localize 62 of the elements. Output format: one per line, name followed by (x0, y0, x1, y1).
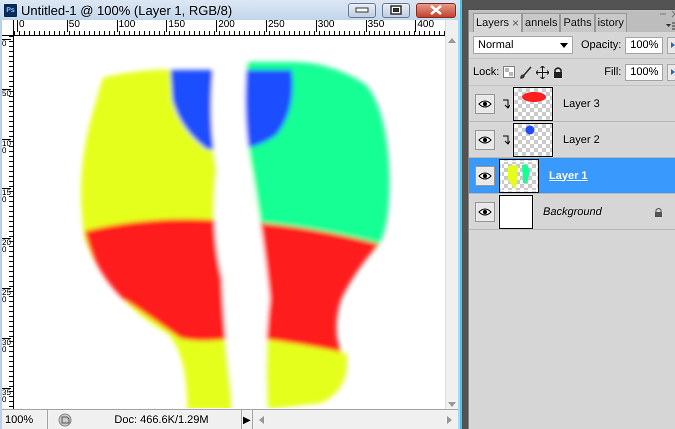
layer-thumbnail (513, 122, 553, 156)
eye-icon (478, 172, 492, 180)
panel-tab[interactable]: Layers × (473, 13, 522, 32)
panel-tab[interactable]: istory (594, 13, 627, 32)
minimize-button[interactable] (348, 2, 376, 18)
triangle-right-icon (671, 69, 675, 75)
ruler-label: 200 (216, 20, 266, 32)
fill-field[interactable]: 100% (625, 64, 664, 80)
window-title: Untitled-1 @ 100% (Layer 1, RGB/8) (21, 2, 234, 18)
triangle-right-icon (671, 42, 675, 48)
close-icon (429, 5, 443, 15)
layer-thumbnail (499, 158, 539, 192)
ruler-label: 50 (66, 20, 117, 32)
zoom-field[interactable]: 100% (2, 410, 48, 429)
layer-name: Layer 1 (549, 170, 589, 182)
brush-icon[interactable] (519, 66, 532, 78)
lock-transparency-icon[interactable] (503, 66, 516, 78)
blend-mode-dropdown[interactable]: Normal (473, 36, 573, 54)
layer-thumbnail (499, 194, 533, 228)
status-icon[interactable] (58, 412, 72, 426)
eye-icon (478, 100, 492, 108)
ruler-label: 200 (2, 238, 11, 288)
close-button[interactable] (416, 2, 456, 18)
layer-row[interactable]: Layer 2 (469, 122, 675, 158)
status-menu-button[interactable]: ▶ (241, 410, 253, 429)
restore-button[interactable] (382, 2, 410, 18)
layer-thumbnail (513, 86, 553, 120)
visibility-toggle[interactable] (475, 94, 495, 114)
layer-name: Layer 3 (563, 98, 601, 110)
move-icon[interactable] (536, 66, 550, 78)
lock-label: Lock: (473, 66, 500, 78)
ruler-label: 350 (366, 20, 416, 32)
minimize-icon (355, 7, 369, 13)
ruler-label: 300 (2, 338, 11, 388)
panel-tab[interactable]: annels (522, 13, 560, 32)
ruler-label: 300 (316, 20, 366, 32)
visibility-toggle[interactable] (475, 130, 495, 150)
dropdown-caret-icon (560, 42, 568, 48)
ruler-label: 0 (17, 20, 67, 32)
ruler-label: 100 (116, 20, 166, 32)
layer-name: Background (543, 206, 603, 218)
ruler-label: 250 (2, 288, 11, 338)
restore-icon (390, 5, 402, 15)
layer-row[interactable]: Layer 3 (469, 86, 675, 122)
eye-icon (478, 208, 492, 216)
layer-name: Layer 2 (563, 134, 601, 146)
eye-icon (478, 136, 492, 144)
document-size-info: Doc: 466.6K/1.29M (113, 414, 210, 426)
ruler-label: 250 (266, 20, 316, 32)
lock-all-icon[interactable] (553, 66, 564, 78)
layer-row[interactable]: Background (469, 194, 675, 230)
fill-label: Fill: (604, 66, 622, 78)
ruler-label: 50 (2, 88, 11, 139)
opacity-label: Opacity: (581, 39, 622, 51)
ruler-label: 150 (2, 188, 11, 238)
visibility-toggle[interactable] (475, 202, 495, 222)
ruler-label: 0 (2, 39, 11, 89)
panel-tab[interactable]: Paths (560, 13, 595, 32)
opacity-field[interactable]: 100% (625, 36, 664, 54)
visibility-toggle[interactable] (475, 166, 495, 186)
tab-close-button[interactable]: × (512, 16, 520, 30)
ruler-label: 150 (166, 20, 216, 32)
